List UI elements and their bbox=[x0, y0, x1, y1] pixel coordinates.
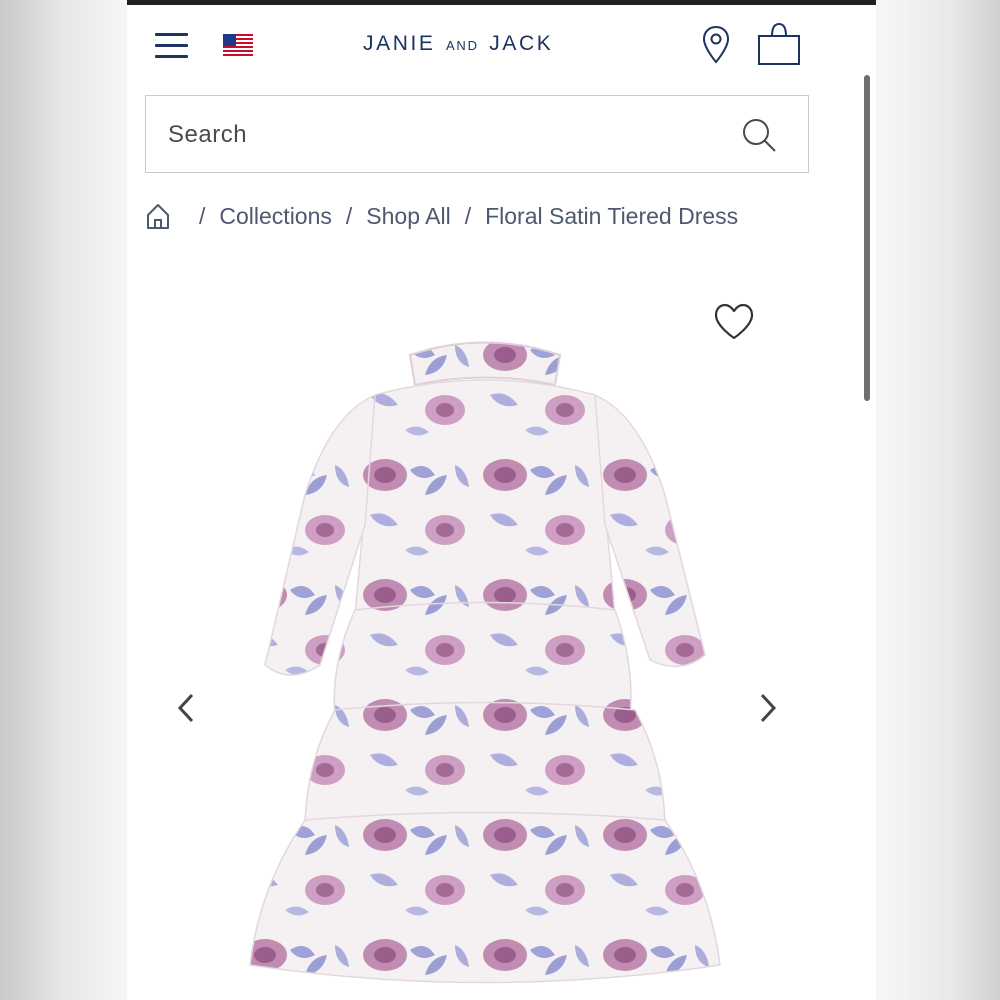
product-image-floral-dress[interactable] bbox=[235, 325, 735, 1000]
breadcrumb-separator: / bbox=[464, 202, 472, 229]
hamburger-menu-icon[interactable] bbox=[155, 31, 188, 61]
chevron-left-icon[interactable] bbox=[175, 690, 197, 726]
breadcrumb-separator: / bbox=[345, 202, 353, 229]
site-header: JANIE AND JACK bbox=[127, 5, 876, 85]
breadcrumb: / Collections / Shop All / Floral Satin … bbox=[145, 196, 865, 236]
phone-screen: JANIE AND JACK / Collections / Shop All … bbox=[127, 0, 876, 1000]
search-bar bbox=[145, 95, 809, 173]
background-right bbox=[876, 0, 1000, 1000]
brand-logo[interactable]: JANIE AND JACK bbox=[363, 32, 553, 62]
brand-word-janie: JANIE bbox=[363, 32, 436, 55]
scrollbar[interactable] bbox=[864, 75, 870, 401]
search-icon[interactable] bbox=[740, 116, 778, 154]
breadcrumb-current-product: Floral Satin Tiered Dress bbox=[485, 202, 739, 229]
shopping-bag-icon[interactable] bbox=[757, 22, 801, 66]
product-image-gallery bbox=[127, 270, 876, 1000]
breadcrumb-shop-all[interactable]: Shop All bbox=[366, 203, 450, 230]
home-icon[interactable] bbox=[145, 202, 171, 230]
breadcrumb-collections[interactable]: Collections bbox=[219, 203, 332, 230]
chevron-right-icon[interactable] bbox=[757, 690, 779, 726]
brand-word-and: AND bbox=[445, 38, 479, 53]
brand-word-jack: JACK bbox=[489, 32, 554, 55]
breadcrumb-separator: / bbox=[199, 202, 206, 229]
map-pin-icon[interactable] bbox=[702, 25, 730, 65]
search-input[interactable] bbox=[166, 114, 730, 156]
us-flag-icon[interactable] bbox=[223, 34, 253, 56]
